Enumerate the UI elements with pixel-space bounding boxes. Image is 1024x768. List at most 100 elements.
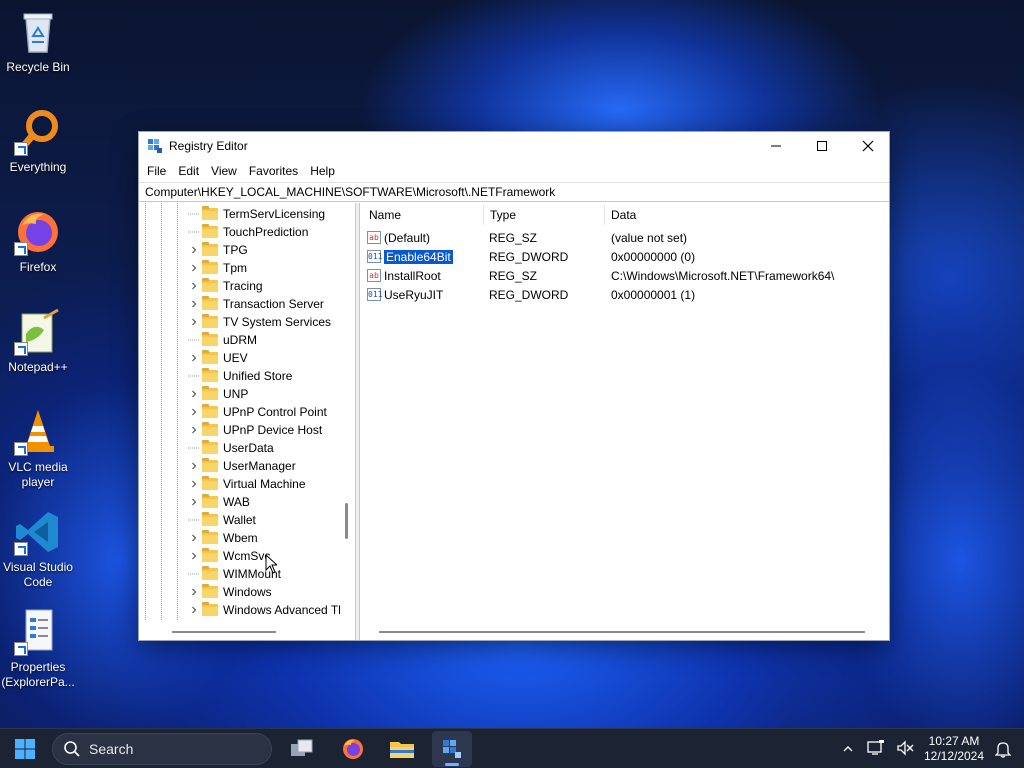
tree-item-label: TermServLicensing	[223, 207, 326, 221]
chevron-right-icon[interactable]	[188, 601, 200, 619]
tree-horizontal-scrollbar[interactable]	[172, 631, 276, 633]
desktop-icon-vscode[interactable]: Visual Studio Code	[0, 508, 76, 590]
tree-guide-line	[161, 203, 162, 620]
registry-editor-icon	[147, 138, 163, 154]
title-bar[interactable]: Registry Editor	[139, 132, 889, 160]
taskbar-search-box[interactable]: Search	[52, 733, 272, 765]
network-icon[interactable]	[867, 740, 885, 756]
tree-item[interactable]: uDRM	[188, 331, 257, 349]
tree-item[interactable]: Virtual Machine	[188, 475, 306, 493]
tree-item[interactable]: UPnP Device Host	[188, 421, 322, 439]
tree-item[interactable]: UEV	[188, 349, 248, 367]
tree-item[interactable]: Unified Store	[188, 367, 292, 385]
properties-icon	[14, 608, 62, 656]
column-separator[interactable]	[483, 205, 484, 225]
value-name: InstallRoot	[384, 268, 441, 283]
taskbar-file-explorer[interactable]	[382, 731, 422, 767]
folder-icon	[202, 332, 218, 346]
tree-item[interactable]: Windows	[188, 583, 272, 601]
search-placeholder: Search	[89, 741, 134, 757]
tree-item[interactable]: UPnP Control Point	[188, 403, 327, 421]
tree-item-label: Tpm	[223, 261, 247, 275]
chevron-right-icon[interactable]	[188, 385, 200, 403]
column-header-data[interactable]: Data	[611, 203, 636, 227]
chevron-right-icon[interactable]	[188, 349, 200, 367]
chevron-right-icon[interactable]	[188, 583, 200, 601]
tree-item[interactable]: UserManager	[188, 457, 296, 475]
taskbar-registry-editor[interactable]	[432, 731, 472, 767]
value-row[interactable]: ab (Default) REG_SZ (value not set)	[361, 228, 881, 247]
close-button[interactable]	[845, 132, 891, 160]
taskbar-task-view[interactable]	[282, 731, 322, 767]
value-type: REG_DWORD	[489, 249, 569, 264]
folder-icon	[202, 476, 218, 490]
chevron-right-icon[interactable]	[188, 259, 200, 277]
desktop-icon-firefox[interactable]: Firefox	[0, 208, 76, 275]
chevron-right-icon[interactable]	[188, 295, 200, 313]
chevron-right-icon[interactable]	[188, 493, 200, 511]
tree-item[interactable]: Wbem	[188, 529, 258, 547]
chevron-right-icon[interactable]	[188, 529, 200, 547]
column-separator[interactable]	[604, 205, 605, 225]
value-row[interactable]: 011 Enable64Bit REG_DWORD 0x00000000 (0)	[361, 247, 881, 266]
tree-item[interactable]: Tracing	[188, 277, 263, 295]
maximize-button[interactable]	[799, 132, 845, 160]
tree-item[interactable]: WcmSvc	[188, 547, 270, 565]
value-type: REG_SZ	[489, 230, 538, 245]
folder-icon	[202, 242, 218, 256]
tree-item[interactable]: TV System Services	[188, 313, 331, 331]
column-header-name[interactable]: Name	[369, 203, 401, 227]
taskbar-firefox[interactable]	[333, 731, 373, 767]
menu-file[interactable]: File	[141, 164, 172, 178]
values-pane[interactable]: Name Type Data ab (Default) REG_SZ (value n…	[361, 203, 889, 640]
chevron-right-icon[interactable]	[188, 475, 200, 493]
menu-edit[interactable]: Edit	[172, 164, 205, 178]
chevron-right-icon[interactable]	[188, 547, 200, 565]
menu-help[interactable]: Help	[304, 164, 341, 178]
shortcut-arrow-icon	[14, 542, 28, 556]
registry-editor-window[interactable]: Registry Editor File Edit View Favorites…	[138, 131, 890, 641]
volume-muted-icon[interactable]	[896, 740, 914, 756]
tree-item[interactable]: Windows Advanced Tl	[188, 601, 341, 619]
column-header-type[interactable]: Type	[490, 203, 516, 227]
chevron-right-icon[interactable]	[188, 313, 200, 331]
chevron-right-icon[interactable]	[188, 403, 200, 421]
desktop-icon-vlc[interactable]: VLC media player	[0, 408, 76, 490]
key-tree-pane[interactable]: TermServLicensing TouchPrediction TPG Tpm Tr…	[140, 203, 356, 640]
chevron-right-icon[interactable]	[188, 241, 200, 259]
shortcut-arrow-icon	[14, 642, 28, 656]
address-path: Computer\HKEY_LOCAL_MACHINE\SOFTWARE\Mic…	[145, 185, 556, 199]
tree-item[interactable]: UNP	[188, 385, 248, 403]
value-row[interactable]: ab InstallRoot REG_SZ C:\Windows\Microsoft.…	[361, 266, 881, 285]
tree-item[interactable]: TermServLicensing	[188, 205, 325, 223]
pane-splitter[interactable]	[356, 203, 360, 640]
chevron-right-icon[interactable]	[188, 421, 200, 439]
value-row[interactable]: 011 UseRyuJIT REG_DWORD 0x00000001 (1)	[361, 285, 881, 304]
tree-item-label: Windows	[223, 585, 272, 599]
tree-item[interactable]: Tpm	[188, 259, 247, 277]
tree-item-label: Tracing	[223, 279, 263, 293]
menu-view[interactable]: View	[205, 164, 243, 178]
tree-vertical-scrollbar[interactable]	[345, 503, 348, 539]
tree-item-label: Virtual Machine	[223, 477, 306, 491]
desktop-icon-recycle-bin[interactable]: Recycle Bin	[0, 8, 76, 75]
tree-item[interactable]: TouchPrediction	[188, 223, 308, 241]
minimize-button[interactable]	[753, 132, 799, 160]
tree-item[interactable]: Wallet	[188, 511, 256, 529]
desktop-icon-everything[interactable]: Everything	[0, 108, 76, 175]
desktop-icon-properties[interactable]: Properties (ExplorerPa...	[0, 608, 76, 690]
values-horizontal-scrollbar[interactable]	[379, 631, 865, 633]
chevron-right-icon[interactable]	[188, 277, 200, 295]
desktop-icon-notepad-plus-plus[interactable]: Notepad++	[0, 308, 76, 375]
menu-favorites[interactable]: Favorites	[243, 164, 304, 178]
tree-item[interactable]: UserData	[188, 439, 274, 457]
start-button[interactable]	[5, 731, 45, 767]
taskbar-clock[interactable]: 10:27 AM 12/12/2024	[918, 734, 990, 764]
chevron-up-icon[interactable]	[842, 743, 854, 755]
chevron-right-icon[interactable]	[188, 457, 200, 475]
tree-item[interactable]: TPG	[188, 241, 248, 259]
tree-item[interactable]: WAB	[188, 493, 250, 511]
notification-bell-icon[interactable]	[995, 740, 1011, 758]
tree-item[interactable]: Transaction Server	[188, 295, 324, 313]
address-bar[interactable]: Computer\HKEY_LOCAL_MACHINE\SOFTWARE\Mic…	[139, 182, 889, 202]
